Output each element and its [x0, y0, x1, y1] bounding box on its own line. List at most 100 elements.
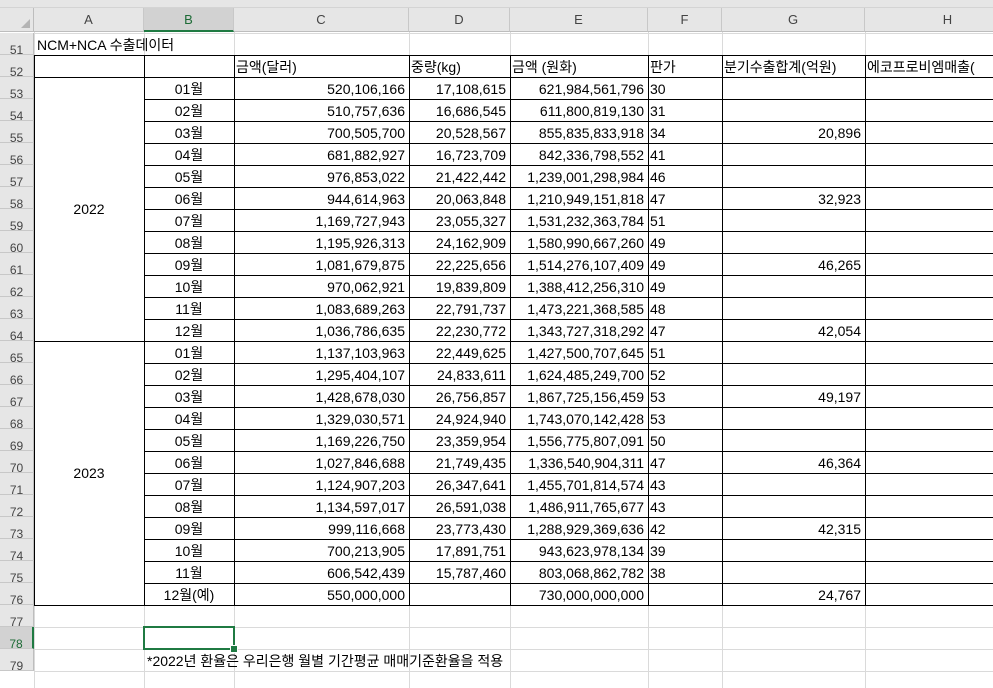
row-header-77[interactable]: 77	[0, 605, 34, 629]
amount-krw-cell[interactable]: 1,531,232,363,784	[510, 209, 648, 231]
quarter-sum-cell[interactable]: 20,896	[722, 121, 865, 143]
quarter-sum-cell[interactable]	[722, 231, 865, 253]
sheet-title[interactable]: NCM+NCA 수출데이터	[34, 33, 178, 55]
month-cell[interactable]: 10월	[144, 539, 234, 561]
month-cell[interactable]: 01월	[144, 77, 234, 99]
row-header-65[interactable]: 65	[0, 341, 34, 365]
price-cell[interactable]: 39	[648, 539, 722, 561]
ecopro-cell[interactable]	[865, 561, 993, 583]
row-header-57[interactable]: 57	[0, 165, 34, 189]
quarter-sum-cell[interactable]	[722, 495, 865, 517]
amount-krw-cell[interactable]: 611,800,819,130	[510, 99, 648, 121]
row-header-74[interactable]: 74	[0, 539, 34, 563]
quarter-sum-cell[interactable]	[722, 297, 865, 319]
month-cell[interactable]: 08월	[144, 231, 234, 253]
weight-cell[interactable]: 23,773,430	[409, 517, 510, 539]
amount-krw-cell[interactable]: 1,343,727,318,292	[510, 319, 648, 341]
month-cell[interactable]: 05월	[144, 165, 234, 187]
month-cell[interactable]: 02월	[144, 363, 234, 385]
quarter-sum-cell[interactable]	[722, 99, 865, 121]
price-cell[interactable]: 34	[648, 121, 722, 143]
quarter-sum-cell[interactable]: 32,923	[722, 187, 865, 209]
price-cell[interactable]: 30	[648, 77, 722, 99]
row-header-52[interactable]: 52	[0, 55, 34, 79]
header-weight[interactable]: 중량(kg)	[409, 55, 510, 77]
price-cell[interactable]: 49	[648, 275, 722, 297]
amount-krw-cell[interactable]: 1,473,221,368,585	[510, 297, 648, 319]
quarter-sum-cell[interactable]	[722, 143, 865, 165]
month-cell[interactable]: 09월	[144, 517, 234, 539]
amount-usd-cell[interactable]: 1,081,679,875	[234, 253, 409, 275]
column-header-e[interactable]: E	[510, 8, 648, 32]
amount-usd-cell[interactable]: 606,542,439	[234, 561, 409, 583]
ecopro-cell[interactable]: 19	[865, 319, 993, 341]
weight-cell[interactable]: 21,422,442	[409, 165, 510, 187]
price-cell[interactable]: 51	[648, 341, 722, 363]
price-cell[interactable]: 38	[648, 561, 722, 583]
amount-usd-cell[interactable]: 1,428,678,030	[234, 385, 409, 407]
ecopro-cell[interactable]	[865, 275, 993, 297]
row-header-73[interactable]: 73	[0, 517, 34, 541]
weight-cell[interactable]: 26,347,641	[409, 473, 510, 495]
amount-usd-cell[interactable]: 1,169,727,943	[234, 209, 409, 231]
amount-usd-cell[interactable]: 1,137,103,963	[234, 341, 409, 363]
ecopro-cell[interactable]: 2(	[865, 385, 993, 407]
month-cell[interactable]: 05월	[144, 429, 234, 451]
amount-krw-cell[interactable]: 1,867,725,156,459	[510, 385, 648, 407]
row-header-51[interactable]: 51	[0, 33, 34, 57]
price-cell[interactable]: 50	[648, 429, 722, 451]
month-cell[interactable]: 04월	[144, 407, 234, 429]
price-cell[interactable]: 47	[648, 319, 722, 341]
amount-krw-cell[interactable]: 842,336,798,552	[510, 143, 648, 165]
amount-krw-cell[interactable]: 1,486,911,765,677	[510, 495, 648, 517]
row-header-66[interactable]: 66	[0, 363, 34, 387]
month-cell[interactable]: 07월	[144, 209, 234, 231]
amount-usd-cell[interactable]: 1,036,786,635	[234, 319, 409, 341]
weight-cell[interactable]: 23,055,327	[409, 209, 510, 231]
amount-usd-cell[interactable]: 550,000,000	[234, 583, 409, 605]
amount-krw-cell[interactable]: 1,455,701,814,574	[510, 473, 648, 495]
amount-krw-cell[interactable]: 621,984,561,796	[510, 77, 648, 99]
amount-krw-cell[interactable]: 1,239,001,298,984	[510, 165, 648, 187]
amount-krw-cell[interactable]: 1,336,540,904,311	[510, 451, 648, 473]
weight-cell[interactable]: 23,359,954	[409, 429, 510, 451]
quarter-sum-cell[interactable]	[722, 561, 865, 583]
month-cell[interactable]: 11월	[144, 297, 234, 319]
amount-usd-cell[interactable]: 510,757,636	[234, 99, 409, 121]
ecopro-cell[interactable]	[865, 341, 993, 363]
row-header-72[interactable]: 72	[0, 495, 34, 519]
quarter-sum-cell[interactable]	[722, 363, 865, 385]
quarter-sum-cell[interactable]: 49,197	[722, 385, 865, 407]
ecopro-cell[interactable]: 18	[865, 517, 993, 539]
quarter-sum-cell[interactable]: 42,054	[722, 319, 865, 341]
weight-cell[interactable]: 26,591,038	[409, 495, 510, 517]
ecopro-cell[interactable]	[865, 77, 993, 99]
ecopro-cell[interactable]	[865, 539, 993, 561]
header-amount-krw[interactable]: 금액 (원화)	[510, 55, 648, 77]
price-cell[interactable]: 43	[648, 495, 722, 517]
header-ecopro[interactable]: 에코프로비엠매출(	[865, 55, 993, 77]
weight-cell[interactable]: 17,891,751	[409, 539, 510, 561]
month-cell[interactable]: 12월	[144, 319, 234, 341]
amount-usd-cell[interactable]: 1,295,404,107	[234, 363, 409, 385]
amount-usd-cell[interactable]: 1,027,846,688	[234, 451, 409, 473]
month-cell[interactable]: 10월	[144, 275, 234, 297]
price-cell[interactable]: 48	[648, 297, 722, 319]
price-cell[interactable]: 41	[648, 143, 722, 165]
ecopro-cell[interactable]: 1:	[865, 187, 993, 209]
month-cell[interactable]: 01월	[144, 341, 234, 363]
amount-krw-cell[interactable]: 1,427,500,707,645	[510, 341, 648, 363]
column-header-a[interactable]: A	[34, 8, 144, 32]
amount-krw-cell[interactable]: 1,624,485,249,700	[510, 363, 648, 385]
weight-cell[interactable]: 17,108,615	[409, 77, 510, 99]
amount-usd-cell[interactable]: 976,853,022	[234, 165, 409, 187]
price-cell[interactable]: 53	[648, 385, 722, 407]
weight-cell[interactable]: 24,833,611	[409, 363, 510, 385]
quarter-sum-cell[interactable]	[722, 407, 865, 429]
quarter-sum-cell[interactable]	[722, 165, 865, 187]
quarter-sum-cell[interactable]	[722, 209, 865, 231]
quarter-sum-cell[interactable]	[722, 275, 865, 297]
column-header-h[interactable]: H	[865, 8, 993, 32]
ecopro-cell[interactable]	[865, 165, 993, 187]
weight-cell[interactable]: 20,063,848	[409, 187, 510, 209]
